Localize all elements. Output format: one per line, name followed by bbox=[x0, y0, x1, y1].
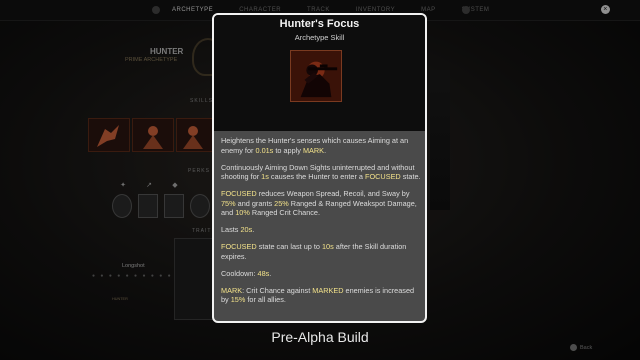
desc-paragraph-5: FOCUSED state can last up to 10s after t… bbox=[221, 242, 407, 261]
tooltip-description: Heightens the Hunter's senses which caus… bbox=[221, 136, 421, 312]
desc-paragraph-7: MARK: Crit Chance against MARKED enemies… bbox=[221, 285, 415, 305]
build-watermark: Pre-Alpha Build bbox=[271, 329, 369, 345]
desc-paragraph-3: FOCUSED reduces Weapon Spread, Recoil, a… bbox=[221, 189, 417, 217]
tooltip-subtitle: Archetype Skill bbox=[294, 33, 345, 42]
skill-tooltip: Hunter's Focus Archetype Skill Heightens… bbox=[212, 13, 427, 323]
desc-paragraph-1: Heightens the Hunter's senses which caus… bbox=[221, 136, 409, 155]
desc-paragraph-6: Cooldown: 48s. bbox=[221, 268, 272, 278]
tooltip-header: Hunter's Focus Archetype Skill bbox=[214, 15, 425, 131]
sniper-aiming-icon bbox=[290, 50, 342, 102]
desc-paragraph-4: Lasts 20s. bbox=[221, 225, 255, 234]
tooltip-title: Hunter's Focus bbox=[279, 18, 360, 30]
desc-paragraph-2: Continuously Aiming Down Sights uninterr… bbox=[221, 162, 421, 182]
